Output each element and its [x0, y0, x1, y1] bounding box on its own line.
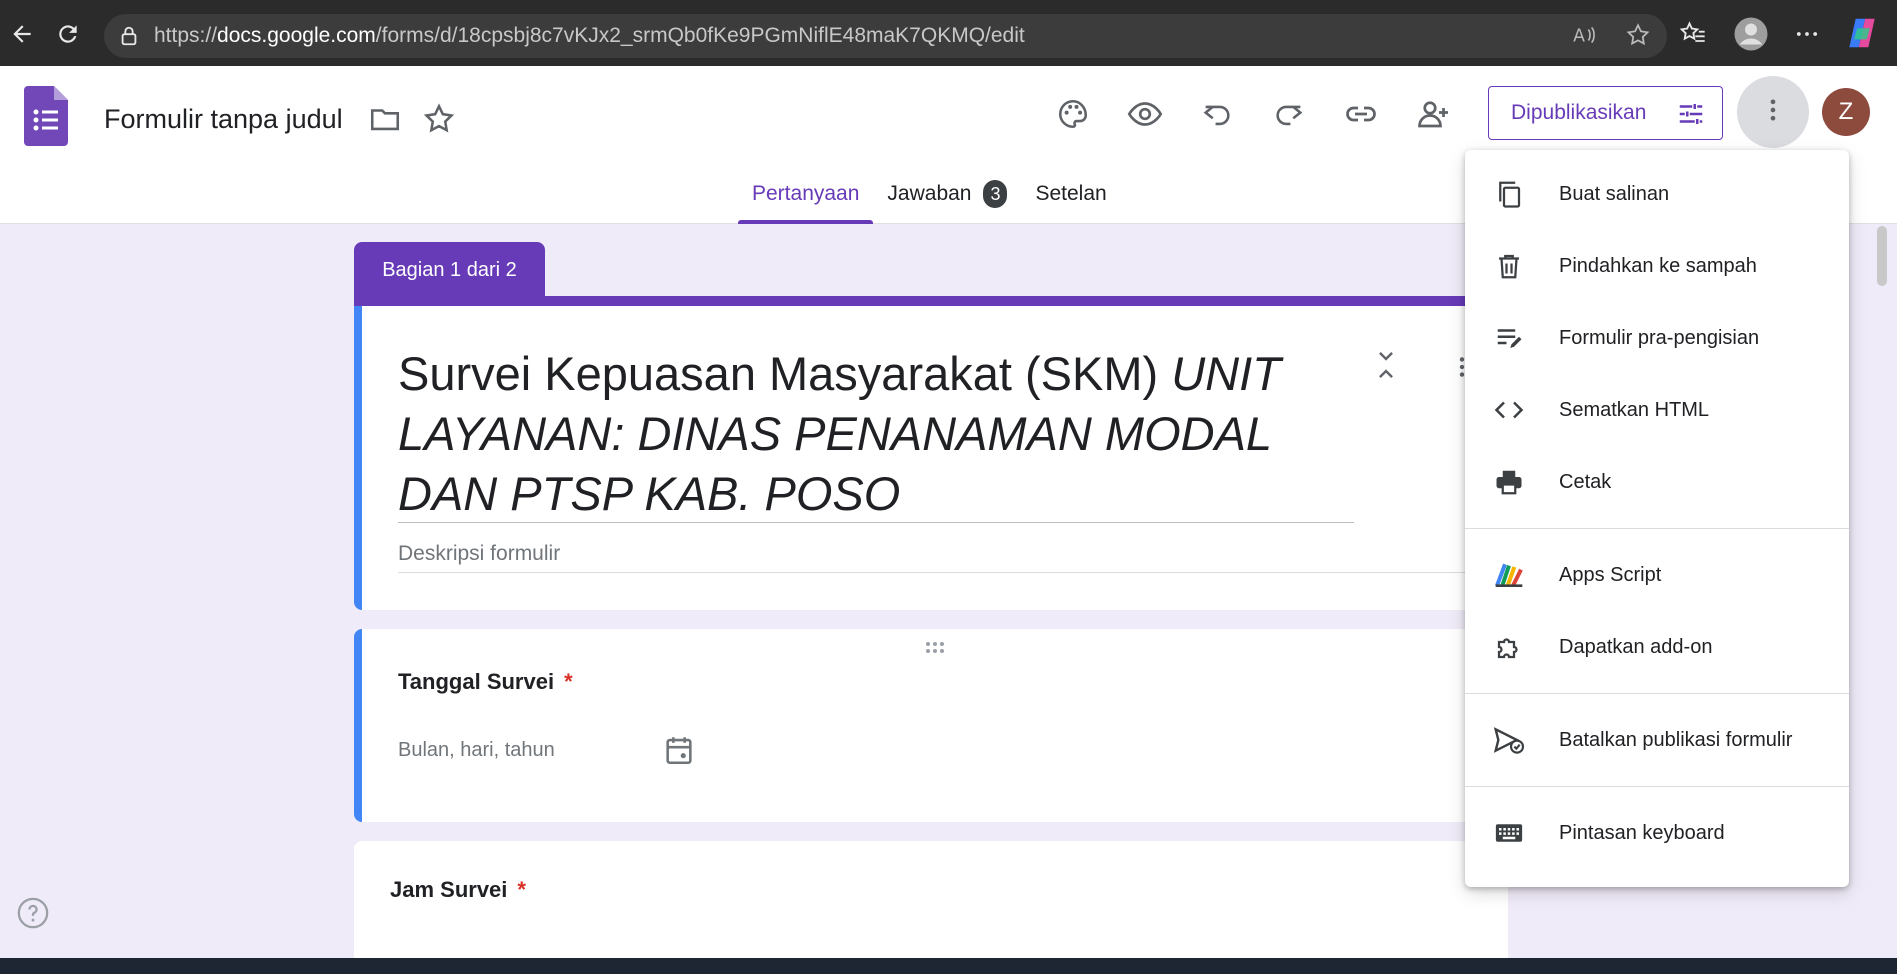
menu-divider [1465, 786, 1849, 787]
tune-icon [1676, 99, 1706, 135]
svg-text:A: A [1573, 27, 1585, 47]
responses-count-badge: 3 [983, 180, 1008, 208]
profile-icon[interactable] [1733, 16, 1769, 57]
menu-divider [1465, 528, 1849, 529]
form-tabs: Pertanyaan Jawaban 3 Setelan [738, 180, 1121, 224]
more-options-button[interactable] [1737, 76, 1809, 148]
required-mark: * [564, 669, 573, 694]
address-bar[interactable]: https://docs.google.com/forms/d/18cpsbj8… [104, 14, 1667, 58]
star-icon[interactable] [422, 102, 456, 141]
menu-item-embed[interactable]: Sematkan HTML [1465, 374, 1849, 446]
account-avatar[interactable]: Z [1822, 88, 1870, 136]
more-options-menu: Buat salinan Pindahkan ke sampah Formuli… [1465, 150, 1849, 887]
code-icon [1491, 392, 1527, 428]
date-placeholder: Bulan, hari, tahun [398, 739, 555, 761]
page-scrollbar[interactable] [1877, 226, 1887, 286]
reload-icon[interactable] [46, 12, 90, 56]
copy-icon [1491, 176, 1527, 212]
menu-divider [1465, 693, 1849, 694]
section-indicator: Bagian 1 dari 2 [354, 242, 545, 298]
menu-item-print[interactable]: Cetak [1465, 446, 1849, 518]
form-title-heading[interactable]: Survei Kepuasan Masyarakat (SKM) UNIT LA… [398, 344, 1348, 524]
menu-item-unpublish[interactable]: Batalkan publikasi formulir [1465, 704, 1849, 776]
description-underline [398, 572, 1508, 573]
favorite-star-icon[interactable] [1625, 22, 1651, 54]
menu-item-label: Dapatkan add-on [1559, 635, 1713, 658]
back-icon[interactable] [0, 12, 44, 56]
url-path: /forms/d/18cpsbj8c7vKJx2_srmQb0fKe9PGmNi… [375, 24, 1025, 47]
question-card[interactable]: Jam Survei * [354, 841, 1508, 974]
published-button[interactable]: Dipublikasikan [1488, 86, 1723, 140]
link-icon[interactable] [1343, 96, 1379, 132]
more-vert-icon [1759, 96, 1787, 129]
favorites-icon[interactable] [1679, 20, 1707, 53]
tab-questions[interactable]: Pertanyaan [738, 180, 874, 224]
apps-script-icon [1491, 557, 1527, 593]
folder-icon[interactable] [368, 102, 402, 141]
os-taskbar [0, 958, 1897, 974]
help-icon[interactable] [16, 896, 50, 935]
menu-item-label: Pintasan keyboard [1559, 821, 1725, 844]
menu-item-shortcuts[interactable]: Pintasan keyboard [1465, 797, 1849, 869]
unpublish-icon [1491, 722, 1527, 758]
keyboard-icon [1491, 815, 1527, 851]
form-title-plain: Survei Kepuasan Masyarakat (SKM) [398, 347, 1172, 400]
palette-icon[interactable] [1055, 96, 1091, 132]
menu-item-label: Formulir pra-pengisian [1559, 326, 1760, 349]
read-aloud-icon[interactable]: A [1571, 22, 1597, 54]
menu-item-label: Pindahkan ke sampah [1559, 254, 1757, 277]
prefill-icon [1491, 320, 1527, 356]
menu-item-addon[interactable]: Dapatkan add-on [1465, 611, 1849, 683]
tab-label: Pertanyaan [752, 182, 860, 205]
copilot-icon[interactable] [1843, 14, 1881, 57]
menu-item-apps-script[interactable]: Apps Script [1465, 539, 1849, 611]
url-host: docs.google.com [217, 24, 376, 47]
lock-icon[interactable] [118, 24, 140, 54]
tab-responses[interactable]: Jawaban 3 [873, 180, 1021, 224]
document-title[interactable]: Formulir tanpa judul [104, 104, 343, 135]
required-mark: * [517, 877, 526, 902]
question-title: Tanggal Survei * [398, 669, 573, 695]
question-title: Jam Survei * [390, 877, 526, 903]
question-label: Tanggal Survei [398, 669, 555, 694]
collapse-icon[interactable] [1371, 348, 1401, 387]
menu-item-label: Buat salinan [1559, 182, 1670, 205]
question-card[interactable]: Tanggal Survei * Bulan, hari, tahun [354, 629, 1508, 822]
published-button-label: Dipublikasikan [1511, 101, 1647, 124]
print-icon [1491, 464, 1527, 500]
menu-item-trash[interactable]: Pindahkan ke sampah [1465, 230, 1849, 302]
browser-menu-icon[interactable] [1793, 20, 1821, 53]
url-prefix: https:// [154, 24, 218, 47]
title-underline [398, 522, 1354, 523]
undo-icon[interactable] [1199, 96, 1235, 132]
drag-handle-icon[interactable] [922, 639, 952, 662]
form-description-field[interactable]: Deskripsi formulir [398, 542, 560, 566]
browser-toolbar: https://docs.google.com/forms/d/18cpsbj8… [0, 0, 1897, 66]
menu-item-label: Batalkan publikasi formulir [1559, 728, 1793, 751]
trash-icon [1491, 248, 1527, 284]
menu-item-copy[interactable]: Buat salinan [1465, 158, 1849, 230]
form-title-card[interactable]: Survei Kepuasan Masyarakat (SKM) UNIT LA… [354, 306, 1508, 610]
addon-icon [1491, 629, 1527, 665]
add-collaborator-icon[interactable] [1415, 96, 1451, 132]
menu-item-label: Apps Script [1559, 563, 1662, 586]
menu-item-label: Cetak [1559, 470, 1612, 493]
tab-label: Jawaban [887, 182, 972, 205]
calendar-icon [662, 733, 696, 772]
tab-settings[interactable]: Setelan [1021, 180, 1120, 224]
question-label: Jam Survei [390, 877, 508, 902]
redo-icon[interactable] [1271, 96, 1307, 132]
tab-label: Setelan [1035, 182, 1107, 205]
google-forms-logo[interactable] [24, 86, 68, 151]
menu-item-label: Sematkan HTML [1559, 398, 1710, 421]
menu-item-prefill[interactable]: Formulir pra-pengisian [1465, 302, 1849, 374]
preview-eye-icon[interactable] [1127, 96, 1163, 132]
